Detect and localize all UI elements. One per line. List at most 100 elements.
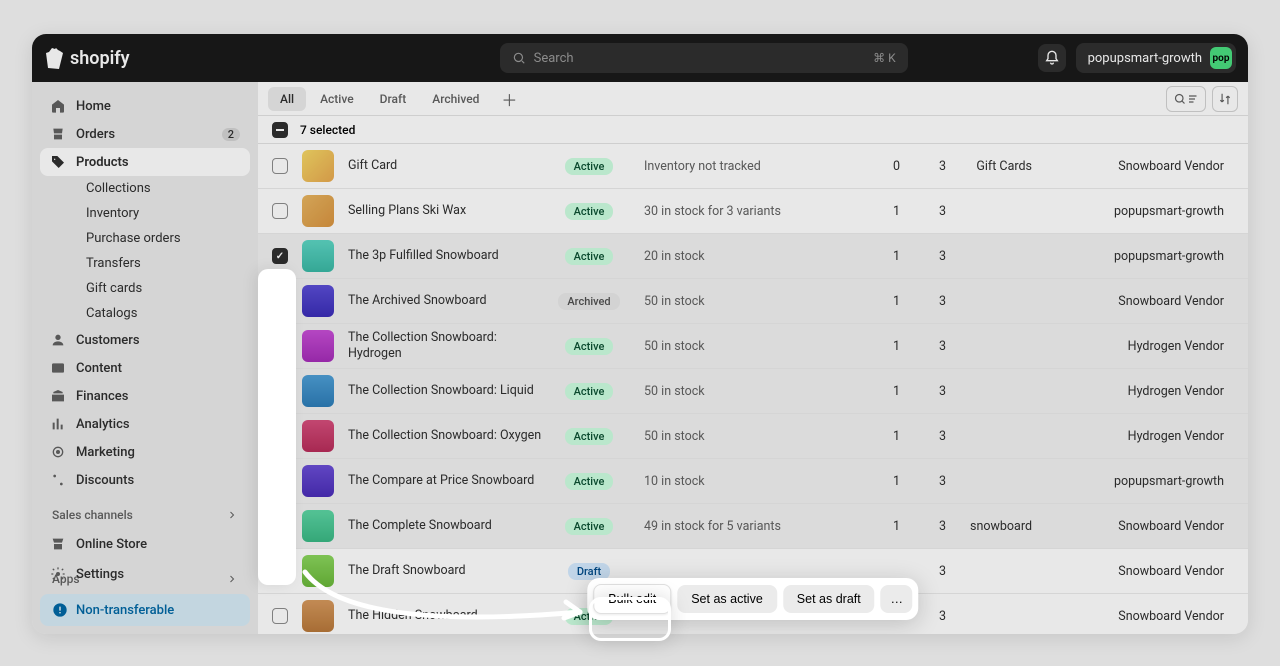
select-all-checkbox[interactable] [272,122,288,138]
product-name: The Complete Snowboard [348,518,548,534]
discounts-icon [50,472,66,488]
nav-customers[interactable]: Customers [40,326,250,354]
finances-icon [50,388,66,404]
avatar: pop [1210,47,1232,69]
tab-draft[interactable]: Draft [368,87,419,111]
product-status: Archived [548,293,630,310]
store-name: popupsmart-growth [1088,51,1202,66]
product-vendor: Hydrogen Vendor [1038,339,1234,354]
nav-discounts[interactable]: Discounts [40,466,250,494]
orders-icon [50,126,66,142]
nav-online-store[interactable]: Online Store [40,530,250,558]
product-vendor: Snowboard Vendor [1038,159,1234,174]
product-col2: 3 [900,294,946,309]
product-col1: 1 [854,519,900,534]
product-status: Active [548,383,630,400]
store-menu[interactable]: popupsmart-growth pop [1076,43,1236,73]
row-checkbox[interactable] [272,383,288,399]
sales-channels-header[interactable]: Sales channels [40,500,250,530]
set-active-button[interactable]: Set as active [677,585,777,613]
nav-home[interactable]: Home [40,92,250,120]
product-category: Gift Cards [946,159,1038,174]
product-col2: 3 [900,564,946,579]
nav-orders[interactable]: Orders 2 [40,120,250,148]
search-input[interactable]: Search ⌘ K [500,43,908,73]
table-row[interactable]: The Collection Snowboard: LiquidActive50… [258,369,1248,414]
table-row[interactable]: The Archived SnowboardArchived50 in stoc… [258,279,1248,324]
non-transferable-banner: Non-transferable [40,594,250,626]
nav-products[interactable]: Products [40,148,250,176]
more-actions-button[interactable]: … [881,585,913,613]
search-filter-button[interactable] [1166,86,1206,112]
nav-catalogs[interactable]: Catalogs [76,301,250,326]
product-status: Active [548,473,630,490]
table-row[interactable]: The Complete SnowboardActive49 in stock … [258,504,1248,549]
product-col2: 3 [900,519,946,534]
row-checkbox[interactable] [272,158,288,174]
row-checkbox[interactable] [272,338,288,354]
table-row[interactable]: The 3p Fulfilled SnowboardActive20 in st… [258,234,1248,279]
nav-finances[interactable]: Finances [40,382,250,410]
product-name: The Collection Snowboard: Liquid [348,383,548,399]
row-checkbox[interactable] [272,428,288,444]
nav-settings[interactable]: Settings [40,560,250,588]
table-row[interactable]: Gift CardActiveInventory not tracked03Gi… [258,144,1248,189]
row-checkbox[interactable] [272,608,288,624]
product-col2: 3 [900,159,946,174]
product-vendor: Hydrogen Vendor [1038,384,1234,399]
product-thumbnail [302,465,334,497]
row-checkbox[interactable] [272,203,288,219]
products-icon [50,154,66,170]
product-name: The Collection Snowboard: Hydrogen [348,330,548,363]
product-thumbnail [302,150,334,182]
nav-gift-cards[interactable]: Gift cards [76,276,250,301]
table-row[interactable]: The Compare at Price SnowboardActive10 i… [258,459,1248,504]
set-draft-button[interactable]: Set as draft [783,585,875,613]
table-row[interactable]: The Collection Snowboard: HydrogenActive… [258,324,1248,369]
product-thumbnail [302,600,334,632]
nav-purchase-orders[interactable]: Purchase orders [76,226,250,251]
nav-collections[interactable]: Collections [76,176,250,201]
nav-transfers[interactable]: Transfers [76,251,250,276]
table-row[interactable]: The Collection Snowboard: OxygenActive50… [258,414,1248,459]
row-checkbox[interactable] [272,473,288,489]
notifications-button[interactable] [1038,44,1066,72]
table-row[interactable]: Selling Plans Ski WaxActive30 in stock f… [258,189,1248,234]
brand-text: shopify [70,48,130,69]
product-vendor: popupsmart-growth [1038,249,1234,264]
tab-active[interactable]: Active [308,87,366,111]
bulk-edit-button[interactable]: Bulk edit [593,584,671,614]
row-checkbox[interactable] [272,518,288,534]
search-placeholder: Search [534,51,574,66]
product-col1: 1 [854,429,900,444]
sort-button[interactable] [1212,86,1238,112]
product-thumbnail [302,555,334,587]
product-inventory: 30 in stock for 3 variants [644,204,854,219]
product-name: The Draft Snowboard [348,563,548,579]
product-status: Active [548,338,630,355]
row-checkbox[interactable] [272,563,288,579]
analytics-icon [50,416,66,432]
nav-analytics[interactable]: Analytics [40,410,250,438]
product-name: The Archived Snowboard [348,293,548,309]
content-icon [50,360,66,376]
product-category: snowboard [946,519,1038,534]
search-shortcut: ⌘ K [873,51,896,65]
tab-all[interactable]: All [268,87,306,111]
row-checkbox[interactable] [272,293,288,309]
product-thumbnail [302,240,334,272]
nav-products-sub: Collections Inventory Purchase orders Tr… [40,176,250,326]
row-checkbox[interactable] [272,248,288,264]
product-thumbnail [302,510,334,542]
add-view-button[interactable]: ＋ [493,83,525,115]
nav-content[interactable]: Content [40,354,250,382]
nav-marketing[interactable]: Marketing [40,438,250,466]
product-name: Selling Plans Ski Wax [348,203,548,219]
store-icon [50,536,66,552]
product-col1: 0 [854,159,900,174]
tab-archived[interactable]: Archived [420,87,491,111]
gear-icon [50,566,66,582]
product-thumbnail [302,195,334,227]
nav-inventory[interactable]: Inventory [76,201,250,226]
product-name: The Collection Snowboard: Oxygen [348,428,548,444]
